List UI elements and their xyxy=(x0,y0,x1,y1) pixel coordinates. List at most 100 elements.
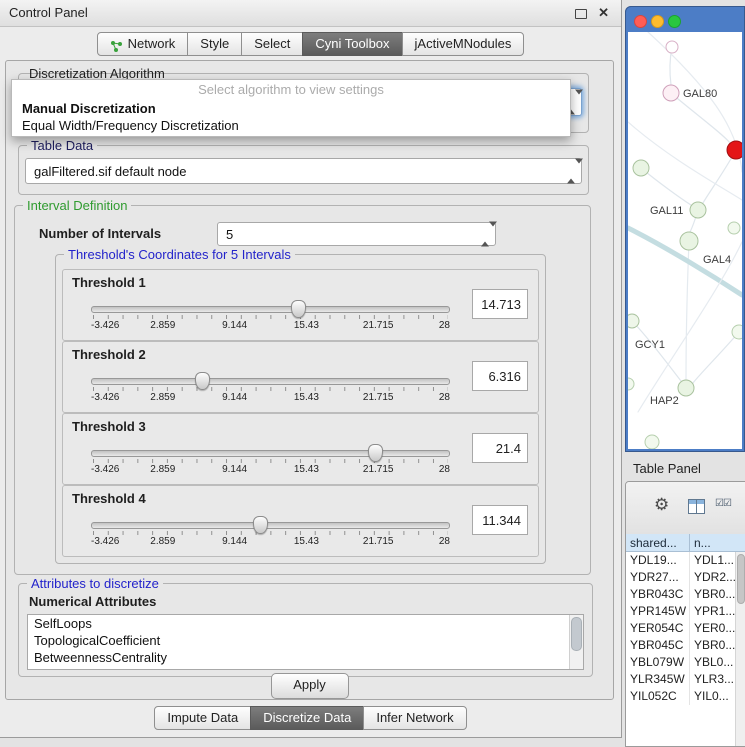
zoom-traffic-light[interactable] xyxy=(668,15,681,28)
threshold-slider[interactable]: -3.426 2.859 9.144 15.43 21.715 28 xyxy=(91,370,450,404)
slider-track[interactable] xyxy=(91,522,450,529)
network-node[interactable] xyxy=(633,160,649,176)
algorithm-option-manual[interactable]: Manual Discretization xyxy=(12,100,570,117)
threshold-value-field[interactable]: 14.713 xyxy=(472,289,528,319)
attribute-list-item[interactable]: SelfLoops xyxy=(28,615,583,632)
network-node[interactable] xyxy=(645,435,659,449)
algorithm-dropdown-popup: Select algorithm to view settings Manual… xyxy=(11,79,571,137)
network-node[interactable] xyxy=(678,380,694,396)
tab-infer-network[interactable]: Infer Network xyxy=(363,706,466,730)
gear-icon[interactable]: ⚙ xyxy=(654,496,669,513)
tab-cyni-toolbox[interactable]: Cyni Toolbox xyxy=(302,32,402,56)
column-checkboxes-icon[interactable]: ☑☑ xyxy=(715,498,731,509)
attribute-list-item[interactable]: TopologicalCoefficient xyxy=(28,632,583,649)
attributes-group-legend: Attributes to discretize xyxy=(27,576,163,591)
table-cell[interactable]: YER054C xyxy=(626,620,690,637)
tab-select[interactable]: Select xyxy=(241,32,303,56)
column-header-shared-name[interactable]: shared... xyxy=(626,534,690,552)
threshold-value-field[interactable]: 21.4 xyxy=(472,433,528,463)
tab-impute-data[interactable]: Impute Data xyxy=(154,706,251,730)
float-window-icon[interactable] xyxy=(575,9,587,19)
numerical-attributes-list: SelfLoopsTopologicalCoefficientBetweenne… xyxy=(28,615,583,666)
slider-tick-labels: -3.426 2.859 9.144 15.43 21.715 28 xyxy=(91,392,450,404)
network-node[interactable] xyxy=(728,222,740,234)
network-node[interactable] xyxy=(666,41,678,53)
window-title: Control Panel xyxy=(9,5,88,20)
tick-label: 28 xyxy=(439,392,450,403)
tick-label: 21.715 xyxy=(363,536,394,547)
table-row[interactable]: YDL19...YDL1... xyxy=(626,552,745,569)
table-row[interactable]: YPR145WYPR1... xyxy=(626,603,745,620)
network-edge[interactable] xyxy=(632,321,681,381)
tick-label: 2.859 xyxy=(150,464,175,475)
tick-label: 21.715 xyxy=(363,320,394,331)
tick-label: 28 xyxy=(439,320,450,331)
table-cell[interactable]: YDR27... xyxy=(626,569,690,586)
network-edge[interactable] xyxy=(693,332,739,383)
table-cell[interactable]: YBL079W xyxy=(626,654,690,671)
column-header-name[interactable]: n... xyxy=(690,534,745,552)
table-row[interactable]: YDR27...YDR2... xyxy=(626,569,745,586)
threshold-value-field[interactable]: 11.344 xyxy=(472,505,528,535)
tab-discretize-data[interactable]: Discretize Data xyxy=(250,706,364,730)
scrollbar-thumb[interactable] xyxy=(571,617,582,651)
apply-button[interactable]: Apply xyxy=(271,673,349,699)
threshold-label: Threshold 4 xyxy=(72,491,146,506)
threshold-value-field[interactable]: 6.316 xyxy=(472,361,528,391)
threshold-row: Threshold 1 -3.426 2.859 9.144 15.43 21.… xyxy=(62,269,539,341)
table-row[interactable]: YLR345WYLR3... xyxy=(626,671,745,688)
network-edge[interactable] xyxy=(641,168,691,205)
network-node[interactable] xyxy=(628,378,634,390)
attribute-list-item[interactable]: BetweennessCentrality xyxy=(28,649,583,666)
threshold-slider[interactable]: -3.426 2.859 9.144 15.43 21.715 28 xyxy=(91,514,450,548)
tick-label: 15.43 xyxy=(294,536,319,547)
tick-label: 9.144 xyxy=(222,320,247,331)
minimize-traffic-light[interactable] xyxy=(651,15,664,28)
table-row[interactable]: YBL079WYBL0... xyxy=(626,654,745,671)
network-node[interactable] xyxy=(727,141,742,159)
slider-track[interactable] xyxy=(91,306,450,313)
network-node[interactable] xyxy=(690,202,706,218)
tab-network[interactable]: Network xyxy=(97,32,189,56)
table-cell[interactable]: YBR045C xyxy=(626,637,690,654)
threshold-slider[interactable]: -3.426 2.859 9.144 15.43 21.715 28 xyxy=(91,298,450,332)
network-node[interactable] xyxy=(680,232,698,250)
threshold-slider[interactable]: -3.426 2.859 9.144 15.43 21.715 28 xyxy=(91,442,450,476)
table-row[interactable]: YBR043CYBR0... xyxy=(626,586,745,603)
tab-style[interactable]: Style xyxy=(187,32,242,56)
slider-handle[interactable] xyxy=(368,444,383,462)
slider-track[interactable] xyxy=(91,450,450,457)
network-node[interactable] xyxy=(663,85,679,101)
scrollbar-thumb[interactable] xyxy=(737,554,745,604)
threshold-row: Threshold 3 -3.426 2.859 9.144 15.43 21.… xyxy=(62,413,539,485)
table-data-combobox[interactable]: galFiltered.sif default node xyxy=(25,158,582,184)
close-traffic-light[interactable] xyxy=(634,15,647,28)
table-cell[interactable]: YIL052C xyxy=(626,688,690,705)
table-row[interactable]: YIL052CYIL0... xyxy=(626,688,745,705)
table-row[interactable]: YBR045CYBR0... xyxy=(626,637,745,654)
table-cell[interactable]: YBR043C xyxy=(626,586,690,603)
table-cell[interactable]: YPR145W xyxy=(626,603,690,620)
tick-label: 2.859 xyxy=(150,392,175,403)
table-scrollbar[interactable] xyxy=(735,552,745,746)
threshold-row: Threshold 2 -3.426 2.859 9.144 15.43 21.… xyxy=(62,341,539,413)
table-cell[interactable]: YDL19... xyxy=(626,552,690,569)
network-canvas[interactable]: GAL80GAL11GAL4GCY1HAP2 xyxy=(628,32,742,449)
tab-jactivemodules[interactable]: jActiveMNodules xyxy=(402,32,525,56)
tab-label: Style xyxy=(200,33,229,55)
algorithm-option-equal-width[interactable]: Equal Width/Frequency Discretization xyxy=(12,117,570,134)
close-icon[interactable]: ✕ xyxy=(598,5,609,21)
table-cell[interactable]: YLR345W xyxy=(626,671,690,688)
number-of-intervals-combobox[interactable]: 5 xyxy=(217,222,496,246)
slider-handle[interactable] xyxy=(253,516,268,534)
network-node[interactable] xyxy=(732,325,742,339)
table-data-legend: Table Data xyxy=(27,138,97,153)
table-row[interactable]: YER054CYER0... xyxy=(626,620,745,637)
algorithm-popup-hint: Select algorithm to view settings xyxy=(12,80,570,100)
attributes-scrollbar[interactable] xyxy=(569,615,583,669)
network-edge[interactable] xyxy=(671,93,730,143)
numerical-attributes-listbox: SelfLoopsTopologicalCoefficientBetweenne… xyxy=(27,614,584,670)
table-columns-icon[interactable] xyxy=(688,499,705,514)
network-node[interactable] xyxy=(628,314,639,328)
slider-track[interactable] xyxy=(91,378,450,385)
